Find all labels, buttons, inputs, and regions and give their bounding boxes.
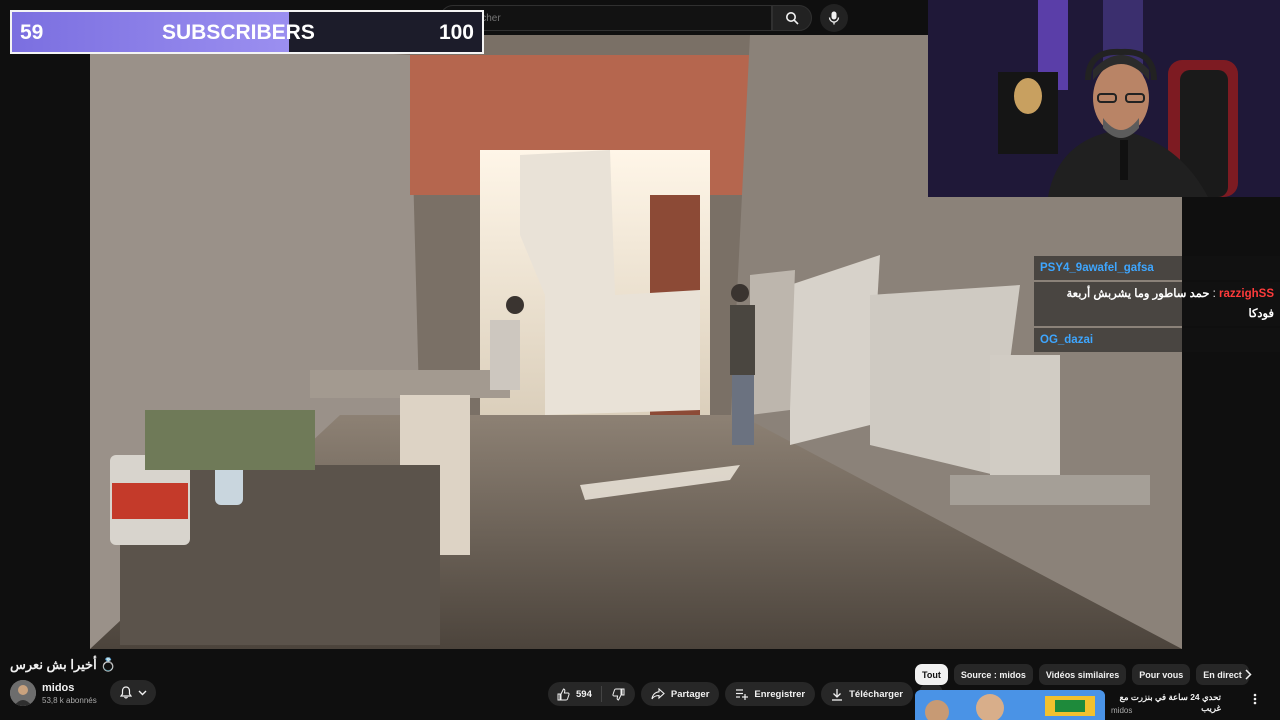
playlist-add-icon [736,689,749,700]
chat-message: razzighSS : حمد ساطور وما يشربش أربعة فو… [1034,282,1280,326]
subscriber-goal-target: 100 [438,21,474,44]
recommendation-filter-chips: Tout Source : midos Vidéos similaires Po… [915,664,1249,685]
webcam-image [928,0,1280,197]
channel-info[interactable]: midos 53,8 k abonnés [10,680,97,706]
chat-message: PSY4_9awafel_gafsa [1034,256,1280,280]
download-button[interactable]: Télécharger [821,682,913,706]
dislike-button[interactable] [602,688,635,701]
chevron-down-icon [138,690,146,695]
video-actions: 594 Partager Enregistrer Télécharger [548,682,943,706]
video-title: أخيرا بش نعرس 💍 [10,657,117,672]
recommended-thumbnail[interactable] [915,690,1105,720]
subscriber-goal-bar: 59 SUBSCRIBERS 100 [10,10,484,54]
thumbs-down-icon [612,688,625,701]
chat-message: OG_dazai [1034,328,1280,352]
more-vertical-icon [1253,693,1257,705]
chip-source[interactable]: Source : midos [953,664,1033,685]
recommended-video[interactable]: تحدي 24 ساعة في بنزرت مع غريب midos [915,690,1280,720]
youtube-watch-page: 59 SUBSCRIBERS 100 PSY4_9awafel_gafsa [0,0,1280,720]
avatar-icon [10,680,36,706]
recommended-channel: midos [1111,706,1133,715]
streamer-webcam [928,0,1280,197]
chevron-right-icon [1244,669,1252,680]
chat-username: razzighSS [1219,288,1274,300]
chat-username: PSY4_9awafel_gafsa [1040,262,1154,274]
channel-avatar[interactable] [10,680,36,706]
thumbnail-image [915,690,1105,720]
channel-subscriber-count: 53,8 k abonnés [42,695,97,705]
search-icon [786,12,799,25]
chat-username: OG_dazai [1040,334,1094,346]
chip-all[interactable]: Tout [915,664,948,685]
save-label: Enregistrer [754,688,806,700]
like-button[interactable]: 594 [548,686,602,702]
chips-next-button[interactable] [1238,664,1258,685]
like-count: 594 [576,688,592,700]
subscriber-label: SUBSCRIBERS [162,21,315,44]
microphone-icon [828,11,840,25]
search-input[interactable] [441,6,771,30]
share-icon [651,688,665,700]
chip-similar[interactable]: Vidéos similaires [1038,664,1127,685]
thumbs-up-icon [557,687,570,700]
save-button[interactable]: Enregistrer [725,682,816,706]
download-label: Télécharger [849,688,903,700]
recommended-menu-button[interactable] [1253,692,1257,710]
voice-search-button[interactable] [820,4,848,32]
chat-overlay: PSY4_9awafel_gafsa razzighSS : حمد ساطور… [1034,256,1280,354]
share-label: Partager [670,688,710,700]
share-button[interactable]: Partager [640,682,720,706]
bell-icon [119,686,132,699]
search-box[interactable] [440,5,772,31]
chip-for-you[interactable]: Pour vous [1132,664,1191,685]
notification-bell-button[interactable] [110,680,156,705]
subscriber-count: 59 [20,21,44,44]
download-icon [832,688,843,701]
search-button[interactable] [772,5,812,31]
channel-name[interactable]: midos [42,682,97,694]
like-dislike-group: 594 [548,682,635,706]
